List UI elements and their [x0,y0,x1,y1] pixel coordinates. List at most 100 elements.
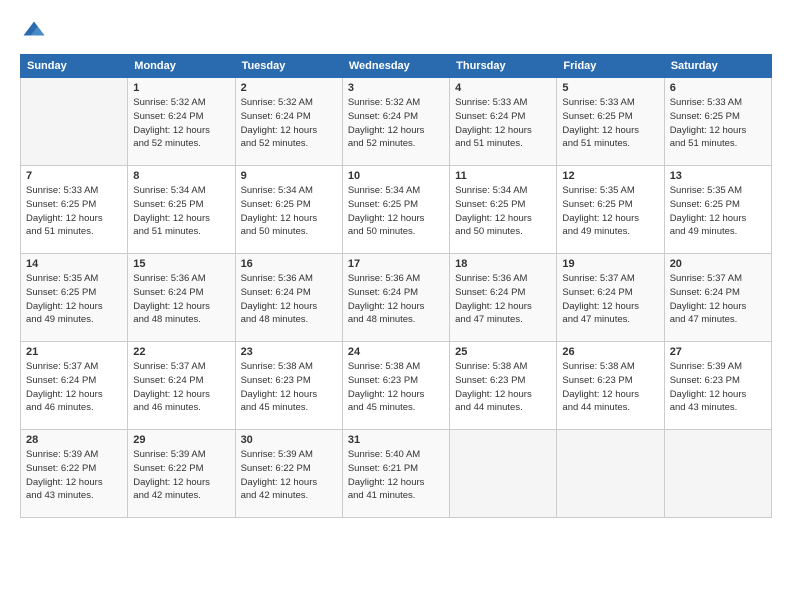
day-number: 8 [133,170,229,182]
day-number: 7 [26,170,122,182]
cell-w1-d5: 12 Sunrise: 5:35 AMSunset: 6:25 PMDayligh… [557,166,664,254]
day-number: 28 [26,434,122,446]
day-info: Sunrise: 5:36 AMSunset: 6:24 PMDaylight:… [241,272,337,327]
cell-w1-d4: 11 Sunrise: 5:34 AMSunset: 6:25 PMDayligh… [450,166,557,254]
day-info: Sunrise: 5:35 AMSunset: 6:25 PMDaylight:… [670,184,766,239]
cell-w4-d1: 29 Sunrise: 5:39 AMSunset: 6:22 PMDayligh… [128,430,235,518]
day-info: Sunrise: 5:38 AMSunset: 6:23 PMDaylight:… [348,360,444,415]
day-info: Sunrise: 5:38 AMSunset: 6:23 PMDaylight:… [562,360,658,415]
day-info: Sunrise: 5:39 AMSunset: 6:22 PMDaylight:… [26,448,122,503]
day-info: Sunrise: 5:35 AMSunset: 6:25 PMDaylight:… [26,272,122,327]
day-number: 4 [455,82,551,94]
cell-w0-d3: 3Sunrise: 5:32 AMSunset: 6:24 PMDaylight… [342,78,449,166]
cell-w3-d1: 22 Sunrise: 5:37 AMSunset: 6:24 PMDayligh… [128,342,235,430]
day-number: 18 [455,258,551,270]
header [20,18,772,46]
day-number: 23 [241,346,337,358]
day-number: 21 [26,346,122,358]
day-number: 11 [455,170,551,182]
week-row-2: 14 Sunrise: 5:35 AMSunset: 6:25 PMDayligh… [21,254,772,342]
cell-w4-d0: 28 Sunrise: 5:39 AMSunset: 6:22 PMDayligh… [21,430,128,518]
cell-w1-d0: 7 Sunrise: 5:33 AMSunset: 6:25 PMDaylight… [21,166,128,254]
cell-w4-d4 [450,430,557,518]
cell-w4-d3: 31 Sunrise: 5:40 AMSunset: 6:21 PMDayligh… [342,430,449,518]
day-info: Sunrise: 5:33 AMSunset: 6:25 PMDaylight:… [26,184,122,239]
day-number: 16 [241,258,337,270]
day-info: Sunrise: 5:33 AMSunset: 6:24 PMDaylight:… [455,96,551,151]
cell-w2-d4: 18Sunrise: 5:36 AMSunset: 6:24 PMDayligh… [450,254,557,342]
col-sunday: Sunday [21,55,128,78]
day-info: Sunrise: 5:37 AMSunset: 6:24 PMDaylight:… [562,272,658,327]
header-row: Sunday Monday Tuesday Wednesday Thursday… [21,55,772,78]
day-number: 10 [348,170,444,182]
day-info: Sunrise: 5:32 AMSunset: 6:24 PMDaylight:… [241,96,337,151]
day-info: Sunrise: 5:37 AMSunset: 6:24 PMDaylight:… [26,360,122,415]
col-wednesday: Wednesday [342,55,449,78]
day-number: 9 [241,170,337,182]
cell-w1-d2: 9 Sunrise: 5:34 AMSunset: 6:25 PMDaylight… [235,166,342,254]
day-info: Sunrise: 5:33 AMSunset: 6:25 PMDaylight:… [670,96,766,151]
col-friday: Friday [557,55,664,78]
day-number: 20 [670,258,766,270]
cell-w4-d5 [557,430,664,518]
page: Sunday Monday Tuesday Wednesday Thursday… [0,0,792,612]
cell-w2-d2: 16 Sunrise: 5:36 AMSunset: 6:24 PMDayligh… [235,254,342,342]
day-number: 26 [562,346,658,358]
cell-w2-d6: 20Sunrise: 5:37 AMSunset: 6:24 PMDayligh… [664,254,771,342]
cell-w1-d1: 8 Sunrise: 5:34 AMSunset: 6:25 PMDaylight… [128,166,235,254]
cell-w1-d3: 10 Sunrise: 5:34 AMSunset: 6:25 PMDayligh… [342,166,449,254]
day-info: Sunrise: 5:32 AMSunset: 6:24 PMDaylight:… [133,96,229,151]
day-number: 1 [133,82,229,94]
day-info: Sunrise: 5:39 AMSunset: 6:22 PMDaylight:… [133,448,229,503]
cell-w2-d3: 17Sunrise: 5:36 AMSunset: 6:24 PMDayligh… [342,254,449,342]
day-info: Sunrise: 5:34 AMSunset: 6:25 PMDaylight:… [241,184,337,239]
cell-w2-d1: 15 Sunrise: 5:36 AMSunset: 6:24 PMDayligh… [128,254,235,342]
cell-w0-d6: 6 Sunrise: 5:33 AMSunset: 6:25 PMDaylight… [664,78,771,166]
col-saturday: Saturday [664,55,771,78]
day-info: Sunrise: 5:33 AMSunset: 6:25 PMDaylight:… [562,96,658,151]
col-tuesday: Tuesday [235,55,342,78]
cell-w3-d2: 23 Sunrise: 5:38 AMSunset: 6:23 PMDayligh… [235,342,342,430]
cell-w1-d6: 13 Sunrise: 5:35 AMSunset: 6:25 PMDayligh… [664,166,771,254]
logo-icon [20,18,48,46]
day-info: Sunrise: 5:38 AMSunset: 6:23 PMDaylight:… [241,360,337,415]
day-number: 22 [133,346,229,358]
day-info: Sunrise: 5:35 AMSunset: 6:25 PMDaylight:… [562,184,658,239]
day-number: 31 [348,434,444,446]
day-info: Sunrise: 5:34 AMSunset: 6:25 PMDaylight:… [455,184,551,239]
week-row-3: 21 Sunrise: 5:37 AMSunset: 6:24 PMDayligh… [21,342,772,430]
day-info: Sunrise: 5:34 AMSunset: 6:25 PMDaylight:… [348,184,444,239]
day-info: Sunrise: 5:40 AMSunset: 6:21 PMDaylight:… [348,448,444,503]
day-number: 2 [241,82,337,94]
day-info: Sunrise: 5:34 AMSunset: 6:25 PMDaylight:… [133,184,229,239]
day-number: 13 [670,170,766,182]
cell-w3-d6: 27Sunrise: 5:39 AMSunset: 6:23 PMDayligh… [664,342,771,430]
day-number: 12 [562,170,658,182]
cell-w3-d0: 21 Sunrise: 5:37 AMSunset: 6:24 PMDayligh… [21,342,128,430]
day-info: Sunrise: 5:38 AMSunset: 6:23 PMDaylight:… [455,360,551,415]
day-info: Sunrise: 5:32 AMSunset: 6:24 PMDaylight:… [348,96,444,151]
logo [20,18,52,46]
cell-w3-d5: 26 Sunrise: 5:38 AMSunset: 6:23 PMDayligh… [557,342,664,430]
cell-w0-d2: 2 Sunrise: 5:32 AMSunset: 6:24 PMDaylight… [235,78,342,166]
day-info: Sunrise: 5:37 AMSunset: 6:24 PMDaylight:… [133,360,229,415]
day-info: Sunrise: 5:39 AMSunset: 6:22 PMDaylight:… [241,448,337,503]
day-number: 14 [26,258,122,270]
cell-w0-d0 [21,78,128,166]
day-info: Sunrise: 5:36 AMSunset: 6:24 PMDaylight:… [133,272,229,327]
day-number: 30 [241,434,337,446]
day-number: 29 [133,434,229,446]
col-monday: Monday [128,55,235,78]
week-row-1: 7 Sunrise: 5:33 AMSunset: 6:25 PMDaylight… [21,166,772,254]
cell-w4-d2: 30 Sunrise: 5:39 AMSunset: 6:22 PMDayligh… [235,430,342,518]
day-info: Sunrise: 5:36 AMSunset: 6:24 PMDaylight:… [348,272,444,327]
cell-w0-d1: 1 Sunrise: 5:32 AMSunset: 6:24 PMDaylight… [128,78,235,166]
day-number: 19 [562,258,658,270]
cell-w2-d5: 19 Sunrise: 5:37 AMSunset: 6:24 PMDayligh… [557,254,664,342]
day-number: 6 [670,82,766,94]
cell-w3-d3: 24Sunrise: 5:38 AMSunset: 6:23 PMDayligh… [342,342,449,430]
calendar-table: Sunday Monday Tuesday Wednesday Thursday… [20,54,772,518]
day-number: 15 [133,258,229,270]
cell-w2-d0: 14 Sunrise: 5:35 AMSunset: 6:25 PMDayligh… [21,254,128,342]
calendar-header: Sunday Monday Tuesday Wednesday Thursday… [21,55,772,78]
